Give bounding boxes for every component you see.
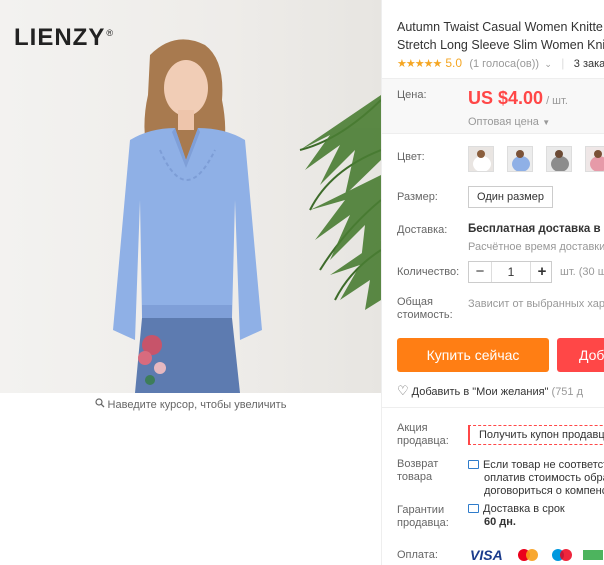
total-label-line-2: стоимость: (397, 309, 453, 321)
chevron-down-icon[interactable]: ⌄ (544, 59, 552, 69)
delivery-truck-icon (468, 504, 479, 513)
total-label-line-1: Общая (397, 296, 433, 308)
quantity-minus-button[interactable]: − (469, 262, 491, 282)
guarantee-label-line-1: Гарантии (397, 504, 445, 516)
guarantee-line-1: Доставка в срок (483, 503, 565, 515)
delivery-label: Доставка: (397, 224, 448, 236)
brand-logo: LIENZY® (14, 24, 114, 52)
color-option-3[interactable] (546, 146, 572, 172)
divider (382, 133, 604, 134)
quantity-plus-button[interactable]: + (531, 262, 553, 282)
returns-label-line-2: товара (397, 471, 433, 483)
heart-icon: ♡ (397, 383, 409, 398)
return-policy-icon (468, 460, 479, 469)
quantity-stepper: − 1 + (468, 261, 552, 283)
price-row: US $4.00/ шт. (468, 88, 568, 109)
visa-logo: VISA (470, 547, 503, 563)
price-label: Цена: (397, 89, 427, 101)
returns-info: Если товар не соответств оплатив стоимос… (468, 459, 604, 498)
guarantee-label-line-2: продавца: (397, 517, 449, 529)
quantity-label: Количество: (397, 266, 460, 278)
star-rating-icon: ★★★★★ (397, 58, 442, 70)
quantity-input[interactable]: 1 (491, 262, 531, 282)
wishlist-label: Добавить в "Мои желания" (411, 386, 549, 398)
rating-score[interactable]: 5.0 (445, 56, 462, 70)
maestro-logo (549, 548, 575, 562)
price-unit: / шт. (546, 95, 568, 107)
promo-label: Акция продавца: (397, 422, 449, 448)
product-photo (113, 39, 381, 393)
size-option[interactable]: Один размер (468, 186, 553, 208)
magnifier-icon (94, 398, 105, 411)
color-option-4[interactable] (585, 146, 604, 172)
wishlist-count: (751 д (551, 386, 584, 398)
mastercard-logo (515, 548, 541, 562)
buy-now-button[interactable]: Купить сейчас (397, 338, 549, 372)
divider (382, 407, 604, 408)
quantity-available: шт. (30 ш (560, 266, 604, 278)
delivery-value[interactable]: Бесплатная доставка в Rus (468, 223, 604, 235)
size-label: Размер: (397, 191, 438, 203)
returns-line-2: оплатив стоимость обрат (484, 472, 604, 484)
registered-mark: ® (106, 28, 114, 38)
returns-line-1: Если товар не соответств (483, 459, 604, 471)
wholesale-link[interactable]: Оптовая цена ▼ (468, 114, 550, 128)
zoom-hint: Наведите курсор, чтобы увеличить (0, 398, 381, 411)
product-title[interactable]: Autumn Twaist Casual Women Knitte Stretc… (397, 18, 604, 54)
title-line-2: Stretch Long Sleeve Slim Women Kni (397, 38, 604, 52)
add-to-wishlist-link[interactable]: ♡ Добавить в "Мои желания" (751 д (397, 383, 583, 399)
votes-count[interactable]: (1 голоса(ов)) (469, 58, 539, 70)
get-coupon-button[interactable]: Получить купон продавца (468, 425, 604, 445)
total-value: Зависит от выбранных хара (468, 298, 604, 310)
guarantee-info: Доставка в срок 60 дн. (468, 503, 565, 529)
mir-logo (582, 548, 604, 562)
rating-summary: ★★★★★5.0 (1 голоса(ов)) ⌄ | 3 заказ (397, 56, 604, 70)
price-value: US $4.00 (468, 88, 544, 108)
color-option-1[interactable] (468, 146, 494, 172)
color-label: Цвет: (397, 151, 425, 163)
add-to-cart-button[interactable]: Доб (557, 338, 604, 372)
returns-label: Возврат товара (397, 458, 438, 484)
separator: | (561, 56, 565, 70)
payment-label: Оплата: (397, 549, 438, 561)
product-info-panel: Autumn Twaist Casual Women Knitte Stretc… (381, 0, 604, 565)
title-line-1: Autumn Twaist Casual Women Knitte (397, 20, 603, 34)
promo-label-line-2: продавца: (397, 435, 449, 447)
guarantee-label: Гарантии продавца: (397, 504, 449, 530)
returns-line-3: договориться о компенс (484, 485, 604, 497)
wholesale-label: Оптовая цена (468, 116, 539, 128)
orders-count: 3 заказ (573, 58, 604, 70)
total-label: Общая стоимость: (397, 296, 453, 322)
guarantee-line-2: 60 дн. (484, 516, 516, 528)
returns-label-line-1: Возврат (397, 458, 439, 470)
caret-down-icon: ▼ (542, 118, 551, 127)
brand-name: LIENZY (14, 24, 106, 51)
delivery-estimate: Расчётное время доставки: (468, 241, 604, 253)
zoom-hint-text: Наведите курсор, чтобы увеличить (107, 399, 287, 411)
promo-label-line-1: Акция (397, 422, 428, 434)
product-main-image[interactable]: LIENZY® (0, 0, 381, 393)
color-option-2[interactable] (507, 146, 533, 172)
